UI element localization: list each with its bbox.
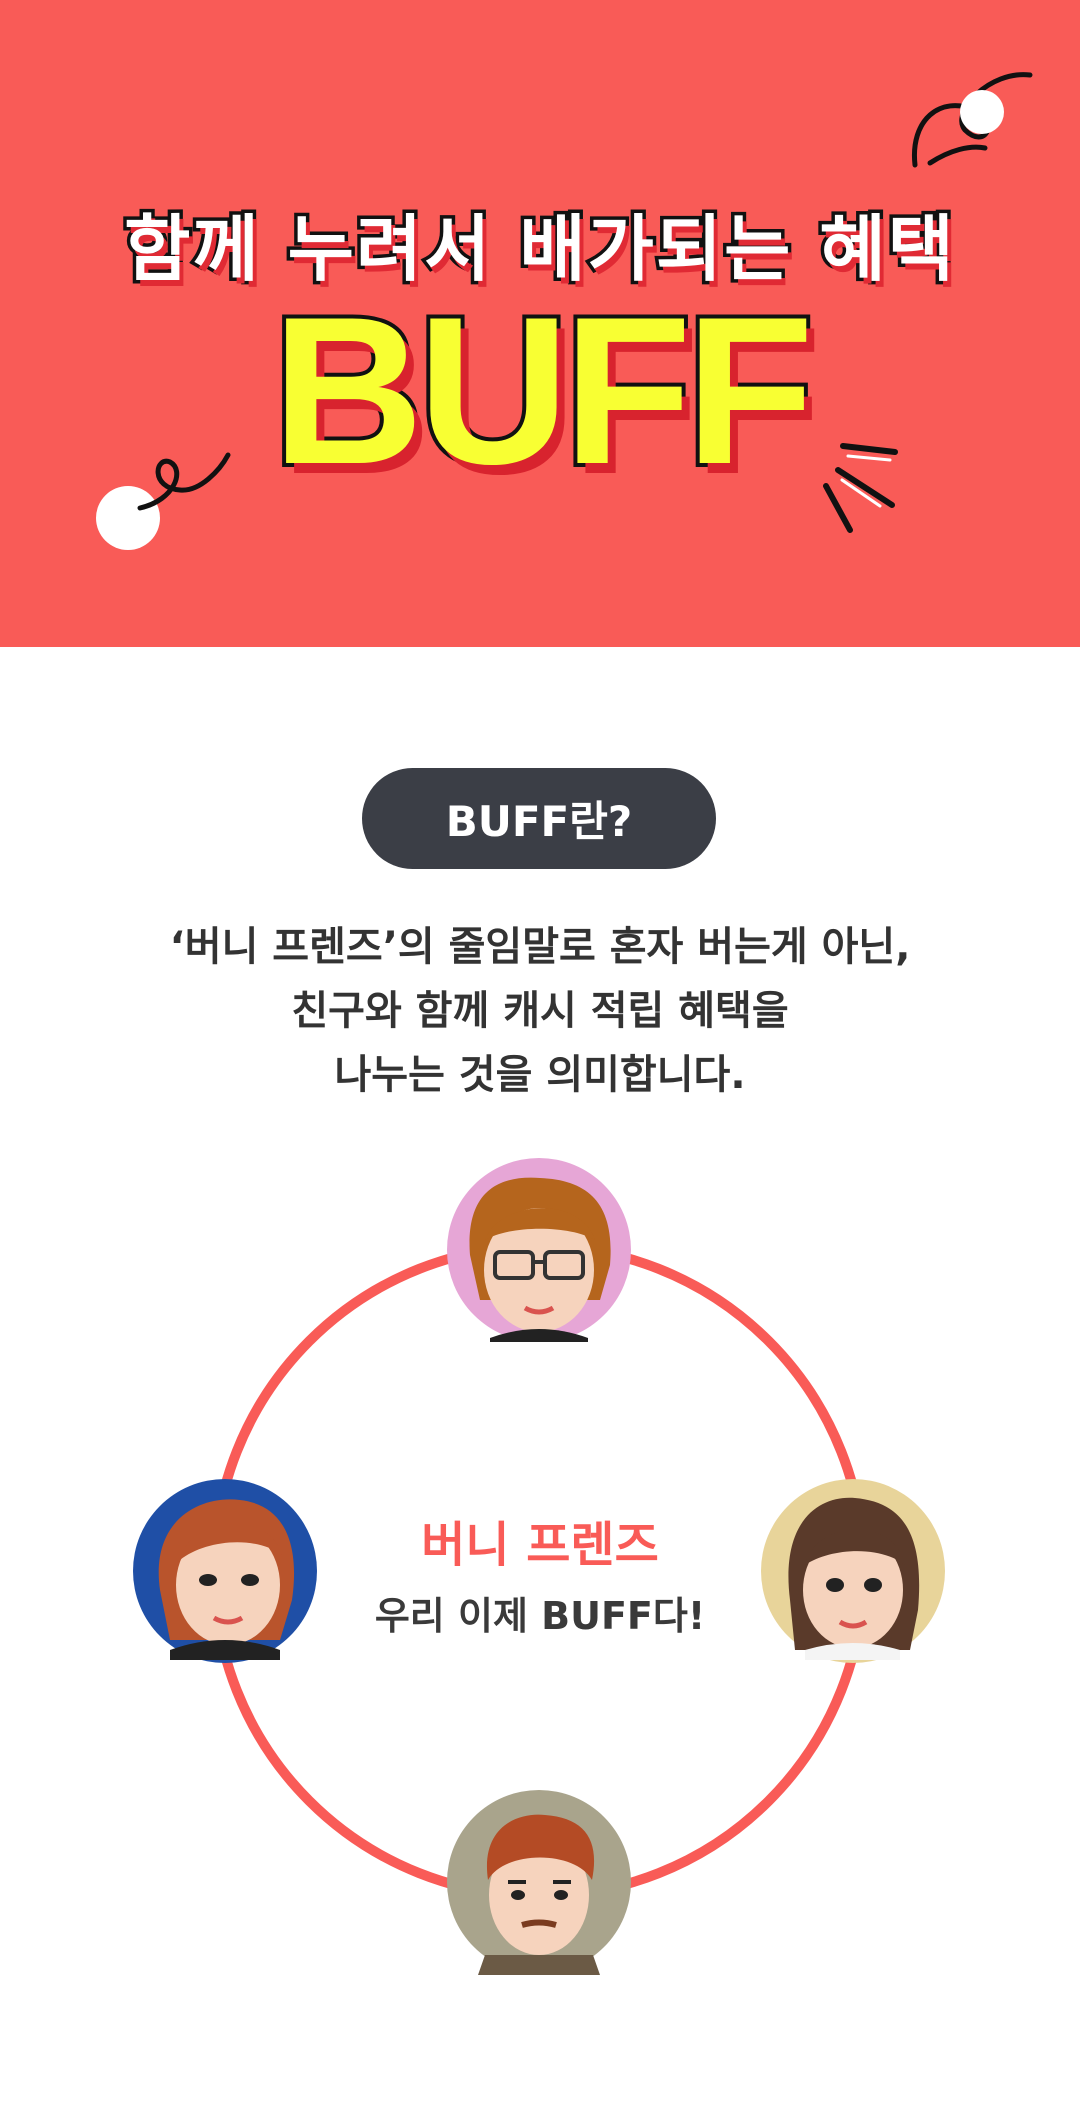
avatar-top <box>447 1158 631 1342</box>
avatar-bottom <box>447 1790 631 1975</box>
friends-subtitle: 우리 이제 BUFF다! <box>374 1594 706 1638</box>
friends-circle-diagram <box>133 1158 945 1975</box>
friends-title: 버니 프렌즈 <box>421 1517 659 1573</box>
